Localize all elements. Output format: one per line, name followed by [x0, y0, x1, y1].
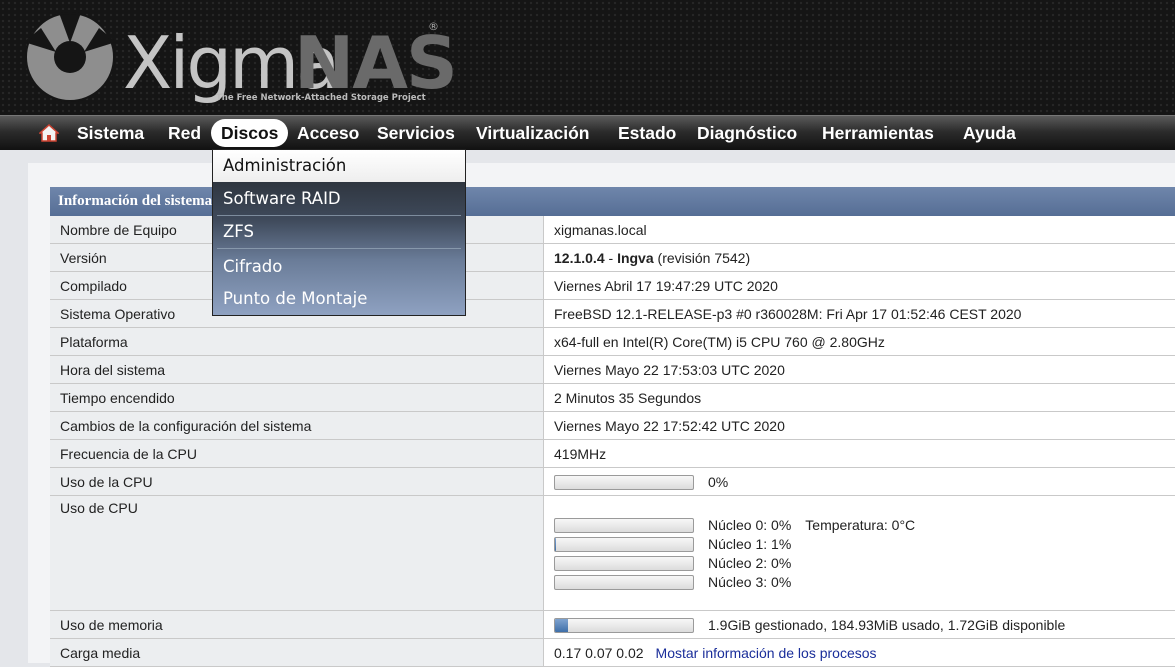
- memory-usage-text: 1.9GiB gestionado, 184.93MiB usado, 1.72…: [708, 617, 1066, 634]
- cpu-core-line: Núcleo 1: 1%: [554, 534, 1175, 553]
- table-row: Hora del sistema Viernes Mayo 22 17:53:0…: [50, 355, 1175, 384]
- cpu-core-line: Núcleo 2: 0%: [554, 553, 1175, 572]
- cpu-cores-value: Núcleo 0: 0% Temperatura: 0°C Núcleo 1: 1…: [543, 495, 1175, 611]
- nav-servicios[interactable]: Servicios: [377, 119, 455, 147]
- table-row: Uso de CPU Núcleo 0: 0% Temperatura: 0°C …: [50, 495, 1175, 611]
- nav-virtualizacion[interactable]: Virtualización: [476, 119, 589, 147]
- cpu-core-text: Núcleo 1: 1%: [708, 535, 792, 552]
- nav-sistema[interactable]: Sistema: [77, 119, 144, 147]
- table-row: Frecuencia de la CPU 419MHz: [50, 439, 1175, 468]
- cpu-core-line: Núcleo 0: 0% Temperatura: 0°C: [554, 515, 1175, 534]
- menu-separator: [217, 215, 461, 216]
- menu-separator: [217, 248, 461, 249]
- row-label: Uso de memoria: [50, 610, 544, 639]
- table-row: Plataforma x64-full en Intel(R) Core(TM)…: [50, 327, 1175, 356]
- nav-estado[interactable]: Estado: [618, 119, 676, 147]
- logo-emblem-icon: [24, 10, 116, 102]
- cpu-usage-value: 0%: [543, 467, 1175, 496]
- time-value: Viernes Mayo 22 17:53:03 UTC 2020: [543, 355, 1175, 384]
- config-changes-value: Viernes Mayo 22 17:52:42 UTC 2020: [543, 411, 1175, 440]
- version-revision: (revisión 7542): [653, 249, 751, 266]
- built-value: Viernes Abril 17 19:47:29 UTC 2020: [543, 271, 1175, 300]
- table-row: Carga media 0.17 0.07 0.02 Mostar informa…: [50, 638, 1175, 667]
- load-average: 0.17 0.07 0.02: [554, 644, 644, 661]
- version-sep: -: [604, 249, 618, 266]
- cpu-core-bar: [554, 574, 694, 590]
- cpu-usage-bar: [554, 474, 694, 490]
- row-label: Cambios de la configuración del sistema: [50, 411, 544, 440]
- cpu-freq-value: 419MHz: [543, 439, 1175, 468]
- row-label: Tiempo encendido: [50, 383, 544, 412]
- os-value: FreeBSD 12.1-RELEASE-p3 #0 r360028M: Fri…: [543, 299, 1175, 328]
- menu-item-punto-de-montaje[interactable]: Punto de Montaje: [223, 289, 367, 308]
- platform-value: x64-full en Intel(R) Core(TM) i5 CPU 760…: [543, 327, 1175, 356]
- nav-acceso[interactable]: Acceso: [297, 119, 359, 147]
- cpu-temperature: Temperatura: 0°C: [805, 516, 916, 533]
- discos-dropdown-menu: Administración Software RAID ZFS Cifrado…: [212, 149, 466, 316]
- menu-item-cifrado[interactable]: Cifrado: [223, 257, 282, 276]
- svg-text:®: ®: [428, 20, 439, 33]
- load-value: 0.17 0.07 0.02 Mostar información de los …: [543, 638, 1175, 667]
- nav-ayuda[interactable]: Ayuda: [963, 119, 1016, 147]
- nav-red[interactable]: Red: [168, 119, 201, 147]
- nav-herramientas[interactable]: Herramientas: [822, 119, 934, 147]
- uptime-value: 2 Minutos 35 Segundos: [543, 383, 1175, 412]
- row-label: Frecuencia de la CPU: [50, 439, 544, 468]
- cpu-core-bar: [554, 517, 694, 533]
- hostname-value: xigmanas.local: [543, 216, 1175, 244]
- row-label: Carga media: [50, 638, 544, 667]
- cpu-core-text: Núcleo 3: 0%: [708, 573, 792, 590]
- cpu-usage-text: 0%: [708, 474, 729, 491]
- cpu-core-text: Núcleo 0: 0%: [708, 516, 792, 533]
- cpu-core-bar: [554, 555, 694, 571]
- row-label: Uso de CPU: [50, 495, 544, 611]
- nav-discos[interactable]: Discos: [211, 119, 289, 147]
- version-value: 12.1.0.4 - Ingva (revisión 7542): [543, 243, 1175, 272]
- cpu-core-bar: [554, 536, 694, 552]
- row-label: Hora del sistema: [50, 355, 544, 384]
- memory-usage-bar: [554, 617, 694, 633]
- version-number: 12.1.0.4: [554, 249, 605, 266]
- memory-value: 1.9GiB gestionado, 184.93MiB usado, 1.72…: [543, 610, 1175, 639]
- row-label: Uso de la CPU: [50, 467, 544, 496]
- main-navbar: Sistema Red Discos Acceso Servicios Virt…: [0, 115, 1175, 150]
- nav-diagnostico[interactable]: Diagnóstico: [697, 119, 797, 147]
- home-icon[interactable]: [39, 123, 59, 143]
- xigmanas-logo: Xigma NAS ® The Free Network-Attached St…: [24, 10, 458, 105]
- menu-item-zfs[interactable]: ZFS: [223, 222, 254, 241]
- cpu-core-text: Núcleo 2: 0%: [708, 554, 792, 571]
- version-codename: Ingva: [617, 249, 654, 266]
- show-processes-link[interactable]: Mostar información de los procesos: [656, 645, 877, 661]
- menu-item-administracion[interactable]: Administración: [223, 156, 346, 175]
- table-row: Uso de la CPU 0%: [50, 467, 1175, 496]
- table-row: Cambios de la configuración del sistema …: [50, 411, 1175, 440]
- menu-item-software-raid[interactable]: Software RAID: [223, 189, 341, 208]
- table-row: Uso de memoria 1.9GiB gestionado, 184.93…: [50, 610, 1175, 639]
- svg-text:The Free Network-Attached Stor: The Free Network-Attached Storage Projec…: [216, 93, 426, 103]
- header-banner: Xigma NAS ® The Free Network-Attached St…: [0, 0, 1175, 115]
- cpu-core-line: Núcleo 3: 0%: [554, 572, 1175, 591]
- table-row: Tiempo encendido 2 Minutos 35 Segundos: [50, 383, 1175, 412]
- row-label: Plataforma: [50, 327, 544, 356]
